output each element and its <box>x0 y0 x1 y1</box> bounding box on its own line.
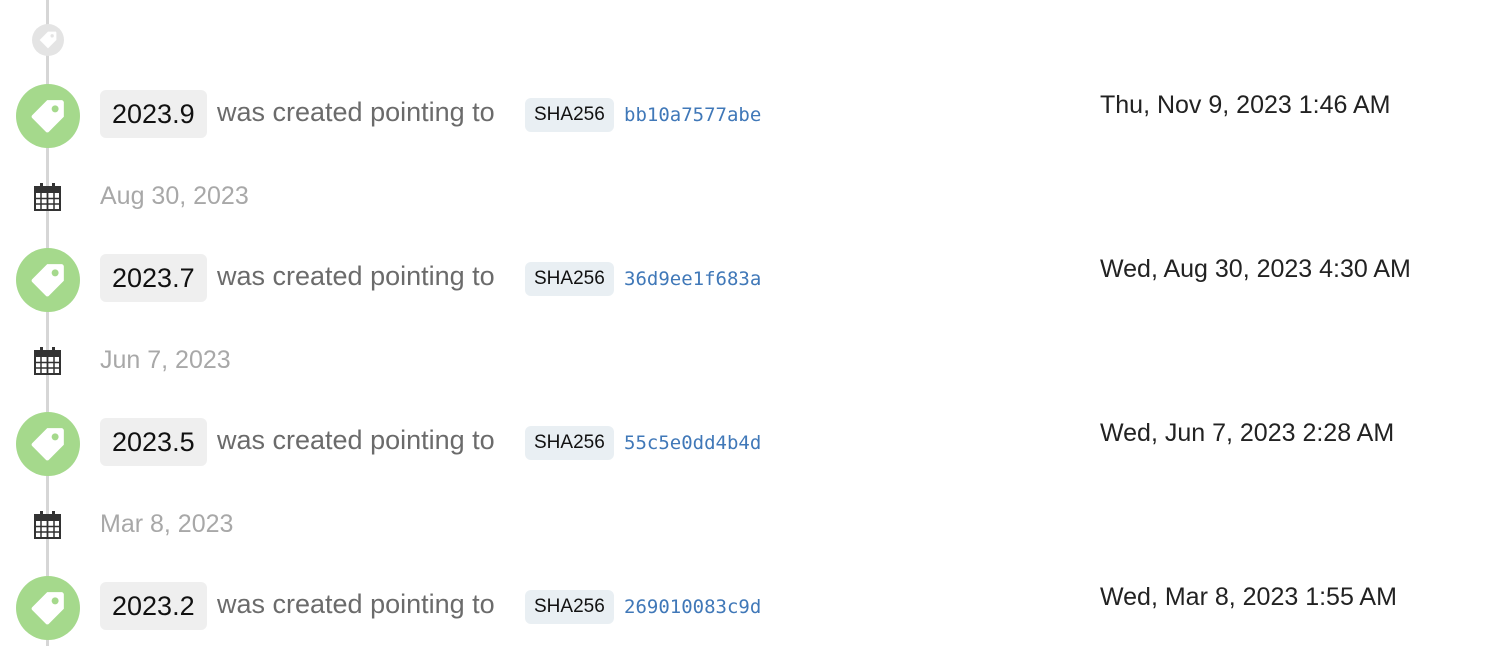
algorithm-badge: SHA256 <box>525 426 614 460</box>
event-description: was created pointing to <box>217 425 495 455</box>
tag-icon <box>16 412 80 476</box>
tag-icon <box>16 84 80 148</box>
event-timestamp: Thu, Nov 9, 2023 1:46 AM <box>1100 91 1391 119</box>
hash-link[interactable]: 36d9ee1f683a <box>624 265 761 293</box>
tag-icon <box>16 576 80 640</box>
hash-link[interactable]: bb10a7577abe <box>624 101 761 129</box>
tag-icon <box>16 248 80 312</box>
event-description: was created pointing to <box>217 97 495 127</box>
tag-event: 2023.5 was created pointing to SHA256 55… <box>0 412 1506 476</box>
calendar-icon <box>34 347 61 375</box>
version-badge[interactable]: 2023.5 <box>100 418 207 466</box>
version-badge[interactable]: 2023.2 <box>100 582 207 630</box>
event-timestamp: Wed, Jun 7, 2023 2:28 AM <box>1100 419 1395 447</box>
version-badge[interactable]: 2023.7 <box>100 254 207 302</box>
hash-link[interactable]: 55c5e0dd4b4d <box>624 429 761 457</box>
event-description: was created pointing to <box>217 261 495 291</box>
event-timestamp: Wed, Mar 8, 2023 1:55 AM <box>1100 583 1397 611</box>
hash-link[interactable]: 269010083c9d <box>624 593 761 621</box>
algorithm-badge: SHA256 <box>525 262 614 296</box>
date-heading: Mar 8, 2023 <box>100 510 234 538</box>
date-heading: Jun 7, 2023 <box>100 346 231 374</box>
version-badge[interactable]: 2023.9 <box>100 90 207 138</box>
date-separator: Mar 8, 2023 <box>0 507 1506 543</box>
tag-event: 2023.2 was created pointing to SHA256 26… <box>0 576 1506 640</box>
tag-event: 2023.9 was created pointing to SHA256 bb… <box>0 84 1506 148</box>
date-separator: Jun 7, 2023 <box>0 343 1506 379</box>
algorithm-badge: SHA256 <box>525 590 614 624</box>
calendar-icon <box>34 183 61 211</box>
tag-event: 2023.7 was created pointing to SHA256 36… <box>0 248 1506 312</box>
algorithm-badge: SHA256 <box>525 98 614 132</box>
date-heading: Aug 30, 2023 <box>100 182 249 210</box>
date-separator: Aug 30, 2023 <box>0 179 1506 215</box>
event-description: was created pointing to <box>217 589 495 619</box>
calendar-icon <box>34 511 61 539</box>
tag-icon <box>32 24 64 56</box>
event-timestamp: Wed, Aug 30, 2023 4:30 AM <box>1100 255 1411 283</box>
